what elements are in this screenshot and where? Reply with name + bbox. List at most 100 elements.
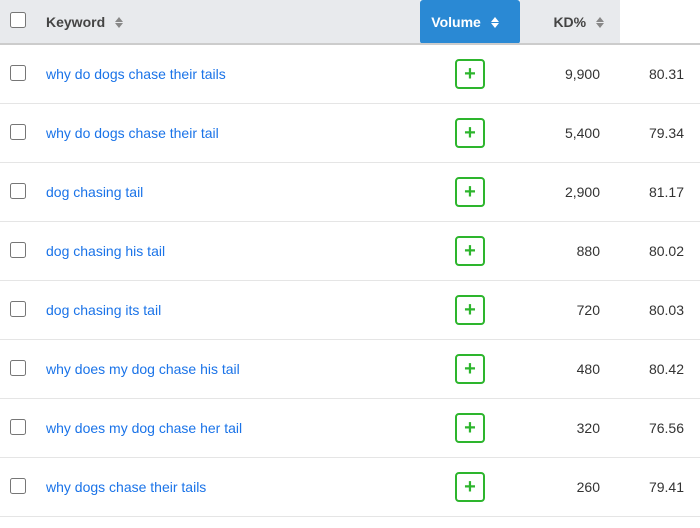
keyword-link-2[interactable]: dog chasing tail: [46, 184, 143, 200]
kd-cell: 76.56: [620, 399, 700, 458]
volume-value: 720: [577, 302, 600, 318]
kd-value: 80.02: [649, 243, 684, 259]
row-checkbox-cell: [0, 163, 36, 222]
table-row: why dogs chase their tails + 260 79.41: [0, 458, 700, 517]
volume-cell: 480: [520, 340, 620, 399]
add-cell: +: [420, 458, 520, 517]
add-cell: +: [420, 399, 520, 458]
keyword-link-3[interactable]: dog chasing his tail: [46, 243, 165, 259]
keyword-sort-icon: [115, 17, 123, 28]
volume-cell: 9,900: [520, 44, 620, 104]
kd-cell: 80.02: [620, 222, 700, 281]
add-button-0[interactable]: +: [455, 59, 485, 89]
table-row: why do dogs chase their tail + 5,400 79.…: [0, 104, 700, 163]
row-checkbox-cell: [0, 104, 36, 163]
header-keyword[interactable]: Keyword: [36, 0, 420, 44]
table-row: dog chasing tail + 2,900 81.17: [0, 163, 700, 222]
kd-value: 81.17: [649, 184, 684, 200]
add-cell: +: [420, 340, 520, 399]
table-row: dog chasing his tail + 880 80.02: [0, 222, 700, 281]
row-checkbox-2[interactable]: [10, 183, 26, 199]
keyword-cell: why dogs chase their tails: [36, 458, 420, 517]
row-checkbox-1[interactable]: [10, 124, 26, 140]
keyword-cell: why do dogs chase their tail: [36, 104, 420, 163]
add-cell: +: [420, 44, 520, 104]
table-row: why does my dog chase her tail + 320 76.…: [0, 399, 700, 458]
row-checkbox-cell: [0, 44, 36, 104]
header-kd[interactable]: KD%: [520, 0, 620, 44]
keyword-cell: dog chasing its tail: [36, 281, 420, 340]
keyword-cell: dog chasing his tail: [36, 222, 420, 281]
add-button-6[interactable]: +: [455, 413, 485, 443]
kd-cell: 80.42: [620, 340, 700, 399]
volume-value: 320: [577, 420, 600, 436]
keyword-link-6[interactable]: why does my dog chase her tail: [46, 420, 242, 436]
keyword-col-label: Keyword: [46, 14, 105, 30]
keyword-link-5[interactable]: why does my dog chase his tail: [46, 361, 240, 377]
volume-sort-icon: [491, 17, 499, 28]
add-cell: +: [420, 222, 520, 281]
volume-cell: 320: [520, 399, 620, 458]
volume-value: 2,900: [565, 184, 600, 200]
add-button-4[interactable]: +: [455, 295, 485, 325]
row-checkbox-7[interactable]: [10, 478, 26, 494]
keyword-cell: dog chasing tail: [36, 163, 420, 222]
add-button-7[interactable]: +: [455, 472, 485, 502]
add-cell: +: [420, 104, 520, 163]
volume-value: 480: [577, 361, 600, 377]
kd-value: 80.03: [649, 302, 684, 318]
keyword-table: Keyword Volume KD%: [0, 0, 700, 517]
kd-value: 79.41: [649, 479, 684, 495]
kd-cell: 81.17: [620, 163, 700, 222]
row-checkbox-cell: [0, 222, 36, 281]
kd-value: 79.34: [649, 125, 684, 141]
add-button-3[interactable]: +: [455, 236, 485, 266]
volume-col-label: Volume: [431, 14, 481, 30]
add-button-1[interactable]: +: [455, 118, 485, 148]
kd-cell: 79.34: [620, 104, 700, 163]
kd-value: 80.42: [649, 361, 684, 377]
header-checkbox-col: [0, 0, 36, 44]
select-all-checkbox[interactable]: [10, 12, 26, 28]
volume-cell: 720: [520, 281, 620, 340]
row-checkbox-cell: [0, 340, 36, 399]
row-checkbox-3[interactable]: [10, 242, 26, 258]
keyword-link-7[interactable]: why dogs chase their tails: [46, 479, 206, 495]
volume-cell: 2,900: [520, 163, 620, 222]
volume-value: 880: [577, 243, 600, 259]
volume-cell: 260: [520, 458, 620, 517]
volume-value: 260: [577, 479, 600, 495]
kd-sort-icon: [596, 17, 604, 28]
row-checkbox-cell: [0, 458, 36, 517]
keyword-cell: why does my dog chase his tail: [36, 340, 420, 399]
table-row: why do dogs chase their tails + 9,900 80…: [0, 44, 700, 104]
row-checkbox-5[interactable]: [10, 360, 26, 376]
add-cell: +: [420, 281, 520, 340]
row-checkbox-4[interactable]: [10, 301, 26, 317]
volume-cell: 880: [520, 222, 620, 281]
volume-value: 5,400: [565, 125, 600, 141]
add-button-2[interactable]: +: [455, 177, 485, 207]
keyword-cell: why do dogs chase their tails: [36, 44, 420, 104]
keyword-link-4[interactable]: dog chasing its tail: [46, 302, 161, 318]
row-checkbox-cell: [0, 281, 36, 340]
add-button-5[interactable]: +: [455, 354, 485, 384]
kd-value: 76.56: [649, 420, 684, 436]
kd-value: 80.31: [649, 66, 684, 82]
keyword-link-1[interactable]: why do dogs chase their tail: [46, 125, 219, 141]
add-cell: +: [420, 163, 520, 222]
volume-cell: 5,400: [520, 104, 620, 163]
keyword-cell: why does my dog chase her tail: [36, 399, 420, 458]
kd-cell: 79.41: [620, 458, 700, 517]
kd-cell: 80.03: [620, 281, 700, 340]
row-checkbox-cell: [0, 399, 36, 458]
kd-cell: 80.31: [620, 44, 700, 104]
kd-col-label: KD%: [553, 14, 586, 30]
volume-value: 9,900: [565, 66, 600, 82]
header-volume[interactable]: Volume: [420, 0, 520, 44]
table-row: dog chasing its tail + 720 80.03: [0, 281, 700, 340]
row-checkbox-0[interactable]: [10, 65, 26, 81]
row-checkbox-6[interactable]: [10, 419, 26, 435]
keyword-link-0[interactable]: why do dogs chase their tails: [46, 66, 226, 82]
table-row: why does my dog chase his tail + 480 80.…: [0, 340, 700, 399]
